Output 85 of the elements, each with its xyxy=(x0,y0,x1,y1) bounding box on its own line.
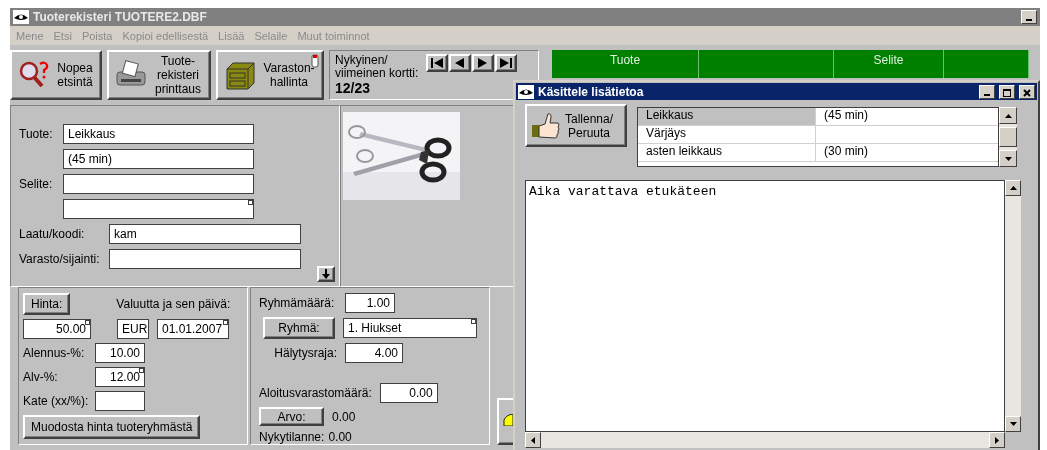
action-button[interactable]: Muodosta hinta tuoteryhmästä xyxy=(23,415,201,439)
field-label: Hälytysraja: xyxy=(273,346,337,360)
field-label: Alv-%: xyxy=(23,370,59,384)
field-label: Tuote: xyxy=(19,127,54,141)
value-text: 0.00 xyxy=(328,430,352,444)
text-field[interactable]: 01.01.2007 xyxy=(157,319,229,339)
text-field[interactable]: 12.00 xyxy=(95,367,145,387)
text-field[interactable] xyxy=(95,391,145,411)
maximize-icon xyxy=(1002,87,1012,98)
text-field[interactable] xyxy=(63,174,254,194)
field-label: Valuutta ja sen päivä: xyxy=(116,297,231,311)
up-triangle-icon xyxy=(1009,186,1017,190)
left-triangle-icon xyxy=(531,436,535,444)
save-button[interactable]: Tallenna/ Peruuta xyxy=(525,104,627,147)
down-button[interactable] xyxy=(317,266,335,282)
toolbar-button[interactable]: Tuote- rekisteri printtaus xyxy=(107,50,211,100)
window-title: Tuoterekisteri TUOTERE2.DBF xyxy=(33,10,208,24)
scroll-bar[interactable] xyxy=(525,432,1005,448)
text-field[interactable]: 1.00 xyxy=(345,293,395,313)
toolbar-button[interactable]: Nopea etsintä xyxy=(10,50,102,100)
scroll-up-button[interactable] xyxy=(999,107,1017,124)
scroll-down-button[interactable] xyxy=(1005,416,1021,432)
eye-icon xyxy=(518,84,534,99)
minimize-button[interactable] xyxy=(979,84,995,99)
scroll-up-button[interactable] xyxy=(1005,180,1021,196)
field-label: Nykytilanne: xyxy=(259,430,325,444)
minimize-icon xyxy=(984,93,990,96)
field-label: Ryhmämäärä: xyxy=(259,296,336,310)
scroll-thumb[interactable] xyxy=(999,127,1017,147)
down-triangle-icon xyxy=(1009,422,1017,426)
price-button[interactable]: Hinta: xyxy=(23,293,71,315)
crate-icon xyxy=(224,59,256,91)
close-icon xyxy=(1022,87,1032,98)
scroll-bar[interactable] xyxy=(1005,180,1021,432)
scroll-bar[interactable] xyxy=(999,107,1017,167)
text-field[interactable]: kam xyxy=(109,224,301,244)
minimize-button[interactable] xyxy=(1021,10,1037,24)
value-text: 0.00 xyxy=(332,409,356,424)
text-field[interactable]: 10.00 xyxy=(95,343,145,363)
previous-button[interactable] xyxy=(449,54,472,72)
text-field[interactable]: 1. Hiukset xyxy=(343,318,477,338)
text-field[interactable] xyxy=(63,199,254,219)
maximize-button[interactable] xyxy=(999,84,1015,99)
last-icon xyxy=(499,57,514,69)
right-triangle-icon xyxy=(995,436,999,444)
down-arrow-icon xyxy=(322,269,330,279)
record-label: Nykyinen/ viimeinen kortti: xyxy=(335,54,419,80)
scroll-right-button[interactable] xyxy=(989,432,1005,448)
thumbs-up-icon xyxy=(531,110,561,141)
down-triangle-icon xyxy=(1004,156,1012,161)
scroll-down-button[interactable] xyxy=(999,150,1017,167)
list-row[interactable]: Leikkaus (45 min) xyxy=(638,108,998,126)
field-label: Selite: xyxy=(19,177,54,191)
text-field[interactable]: 4.00 xyxy=(345,343,403,363)
record-counter: 12/23 xyxy=(335,80,372,96)
column-header[interactable]: Selite xyxy=(834,50,944,78)
text-field[interactable]: EUR xyxy=(117,319,149,339)
field-label: Laatu/koodi: xyxy=(19,227,86,241)
scroll-left-button[interactable] xyxy=(525,432,541,448)
dialog-title: Käsittele lisätietoa xyxy=(538,84,645,99)
group-button[interactable]: Ryhmä: xyxy=(263,317,335,339)
minimize-icon xyxy=(1026,19,1032,21)
text-field[interactable]: 50.00 xyxy=(23,319,91,339)
column-header[interactable]: Tuote xyxy=(552,50,699,78)
close-button[interactable] xyxy=(1019,84,1035,99)
field-label: Kate (xx/%): xyxy=(23,394,90,408)
list-row[interactable]: asten leikkaus (30 min) xyxy=(638,144,998,162)
field-label: Alennus-%: xyxy=(23,346,86,360)
value-button[interactable]: Arvo: xyxy=(259,407,324,426)
first-button[interactable] xyxy=(426,54,449,72)
text-field[interactable]: (45 min) xyxy=(63,149,254,169)
text-field[interactable]: Leikkaus xyxy=(63,124,254,144)
text-field[interactable]: 0.00 xyxy=(379,383,438,403)
next-button[interactable] xyxy=(472,54,495,72)
text-field[interactable] xyxy=(109,249,301,269)
field-label: Aloitusvarastomäärä: xyxy=(259,386,372,400)
list-row[interactable]: Värjäys xyxy=(638,126,998,144)
arc-icon xyxy=(503,414,513,426)
eye-icon xyxy=(13,10,29,24)
up-triangle-icon xyxy=(1004,113,1012,118)
toolbar-button[interactable]: Varaston- hallinta xyxy=(216,50,324,100)
first-icon xyxy=(430,57,445,69)
last-button[interactable] xyxy=(495,54,518,72)
field-label: Varasto/sijainti: xyxy=(19,252,101,266)
notes-area[interactable]: Aika varattava etukäteen xyxy=(525,180,1005,432)
